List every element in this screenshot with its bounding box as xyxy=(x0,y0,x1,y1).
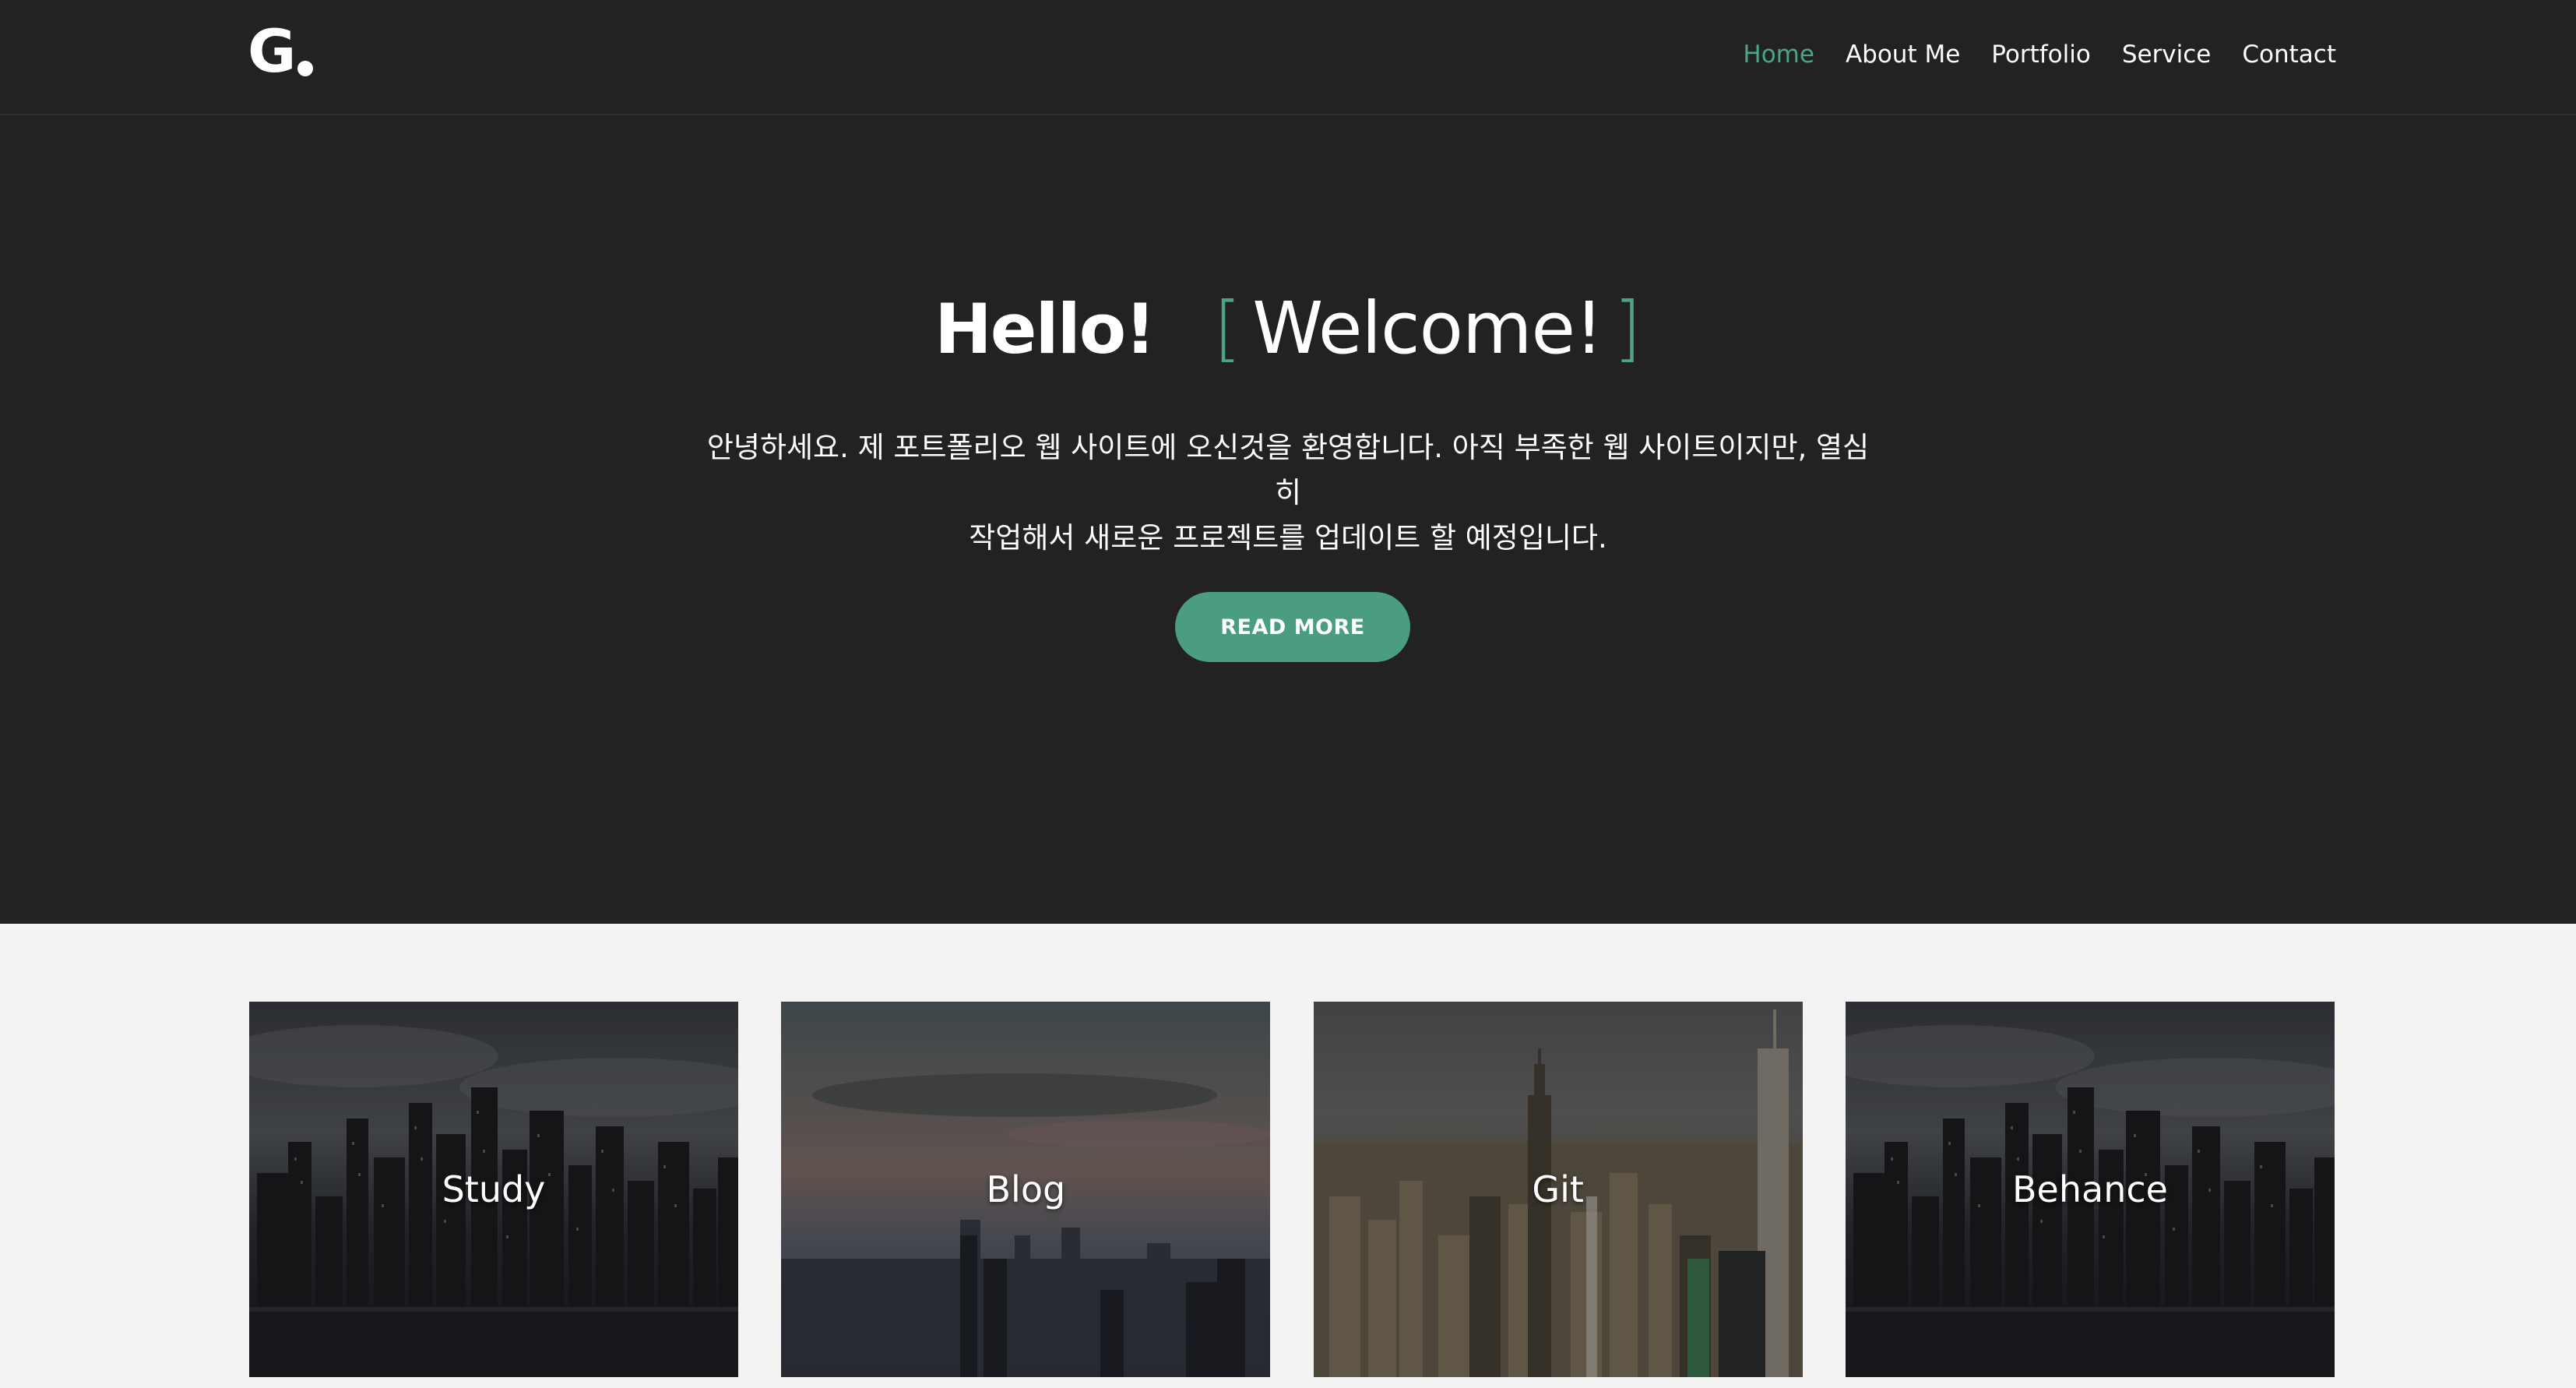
hero-title: Hello! [ Welcome! ] xyxy=(0,287,2576,370)
hello-text: Hello! xyxy=(934,289,1156,369)
card-study[interactable]: Study xyxy=(249,1002,738,1377)
description-line-2: 작업해서 새로운 프로젝트를 업데이트 할 예정입니다. xyxy=(969,521,1607,555)
card-blog-label: Blog xyxy=(986,1168,1066,1210)
card-blog[interactable]: Blog xyxy=(781,1002,1271,1377)
description-line-1: 안녕하세요. 제 포트폴리오 웹 사이트에 오신것을 환영합니다. 아직 부족한… xyxy=(706,431,1870,509)
read-more-button[interactable]: READ MORE xyxy=(1175,592,1410,662)
nav-portfolio[interactable]: Portfolio xyxy=(1991,41,2091,69)
nav-home[interactable]: Home xyxy=(1743,41,1814,69)
card-git-label: Git xyxy=(1532,1168,1584,1210)
welcome-text: Welcome! xyxy=(1252,287,1603,370)
site-header: G Home About Me Portfolio Service Contac… xyxy=(0,0,2576,115)
bracket-open: [ xyxy=(1213,287,1242,370)
card-behance-label: Behance xyxy=(2012,1168,2168,1210)
hero-description: 안녕하세요. 제 포트폴리오 웹 사이트에 오신것을 환영합니다. 아직 부족한… xyxy=(704,425,1872,561)
logo-dot xyxy=(297,61,314,76)
nav-contact[interactable]: Contact xyxy=(2242,41,2336,69)
nav-service[interactable]: Service xyxy=(2122,41,2212,69)
hero-section: Hello! [ Welcome! ] 안녕하세요. 제 포트폴리오 웹 사이트… xyxy=(0,115,2576,924)
main-nav: Home About Me Portfolio Service Contact xyxy=(1743,0,2336,109)
bracket-close: ] xyxy=(1613,287,1642,370)
card-behance[interactable]: Behance xyxy=(1845,1002,2335,1377)
nav-about-me[interactable]: About Me xyxy=(1846,41,1960,69)
logo-letter: G xyxy=(248,16,296,86)
card-git[interactable]: Git xyxy=(1313,1002,1803,1377)
site-logo[interactable]: G xyxy=(248,16,314,86)
card-study-label: Study xyxy=(442,1168,546,1210)
link-cards: Study Blog Git Behance xyxy=(249,1002,2335,1377)
